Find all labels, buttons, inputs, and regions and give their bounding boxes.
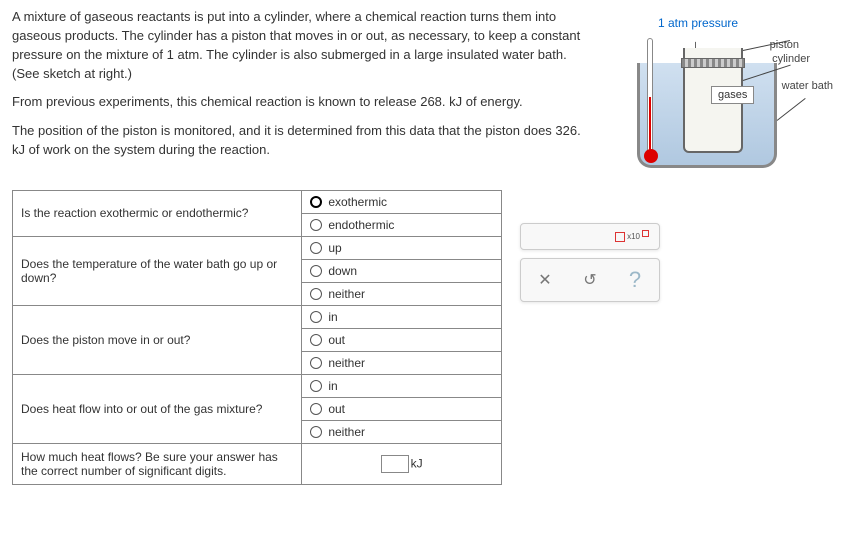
question-text: Does heat flow into or out of the gas mi…	[13, 374, 302, 443]
format-box: x10	[520, 223, 660, 250]
question-text: Is the reaction exothermic or endothermi…	[13, 190, 302, 236]
radio-icon	[310, 426, 322, 438]
radio-icon	[310, 242, 322, 254]
piston-label: piston	[770, 39, 799, 51]
question-table: Is the reaction exothermic or endothermi…	[12, 190, 502, 485]
answer-cell: kJ	[302, 443, 502, 484]
radio-label: down	[328, 264, 357, 278]
question-text: Does the temperature of the water bath g…	[13, 236, 302, 305]
cylinder-label: cylinder	[772, 53, 810, 65]
radio-icon	[310, 334, 322, 346]
radio-option[interactable]: down	[302, 260, 501, 283]
radio-icon	[310, 265, 322, 277]
question-text: How much heat flows? Be sure your answer…	[13, 443, 302, 484]
radio-icon	[310, 219, 322, 231]
radio-label: out	[328, 402, 345, 416]
leader-line	[777, 98, 806, 121]
answer-cell: up down neither	[302, 236, 502, 305]
radio-label: endothermic	[328, 218, 394, 232]
radio-icon	[310, 288, 322, 300]
radio-option[interactable]: neither	[302, 352, 501, 374]
radio-label: in	[328, 379, 337, 393]
problem-p2: From previous experiments, this chemical…	[12, 93, 592, 112]
radio-label: in	[328, 310, 337, 324]
pressure-label: 1 atm pressure	[658, 16, 738, 30]
radio-option[interactable]: out	[302, 398, 501, 421]
radio-option[interactable]: in	[302, 375, 501, 398]
answer-cell: exothermic endothermic	[302, 190, 502, 236]
radio-icon	[310, 196, 322, 208]
problem-p3: The position of the piston is monitored,…	[12, 122, 592, 160]
radio-option[interactable]: out	[302, 329, 501, 352]
radio-option[interactable]: exothermic	[302, 191, 501, 214]
placeholder-icon	[615, 232, 625, 242]
numeric-input[interactable]	[381, 455, 409, 473]
radio-icon	[310, 380, 322, 392]
x10-label: x10	[627, 232, 640, 241]
help-button[interactable]: ?	[623, 267, 647, 293]
unit-label: kJ	[411, 456, 423, 470]
diagram: 1 atm pressure ↓ gases piston cylinder w…	[603, 8, 833, 178]
gases-label: gases	[711, 86, 754, 104]
radio-option[interactable]: in	[302, 306, 501, 329]
reset-button[interactable]: ↺	[578, 270, 602, 290]
close-button[interactable]: ✕	[533, 270, 557, 290]
problem-statement: A mixture of gaseous reactants is put in…	[12, 8, 592, 160]
answer-cell: in out neither	[302, 374, 502, 443]
answer-cell: in out neither	[302, 305, 502, 374]
problem-p1: A mixture of gaseous reactants is put in…	[12, 8, 592, 83]
radio-label: neither	[328, 287, 365, 301]
radio-label: neither	[328, 356, 365, 370]
radio-option[interactable]: up	[302, 237, 501, 260]
radio-label: out	[328, 333, 345, 347]
answer-toolbar: x10 ✕ ↺ ?	[520, 223, 660, 302]
waterbath-label: water bath	[782, 80, 833, 92]
piston-shape	[681, 58, 745, 68]
radio-label: up	[328, 241, 341, 255]
action-box: ✕ ↺ ?	[520, 258, 660, 302]
radio-option[interactable]: endothermic	[302, 214, 501, 236]
question-text: Does the piston move in or out?	[13, 305, 302, 374]
radio-option[interactable]: neither	[302, 283, 501, 305]
radio-icon	[310, 403, 322, 415]
scientific-notation-button[interactable]: x10	[615, 230, 649, 243]
radio-label: neither	[328, 425, 365, 439]
exponent-icon	[642, 230, 649, 237]
radio-option[interactable]: neither	[302, 421, 501, 443]
radio-label: exothermic	[328, 195, 387, 209]
thermometer-icon	[647, 38, 653, 158]
radio-icon	[310, 357, 322, 369]
radio-icon	[310, 311, 322, 323]
